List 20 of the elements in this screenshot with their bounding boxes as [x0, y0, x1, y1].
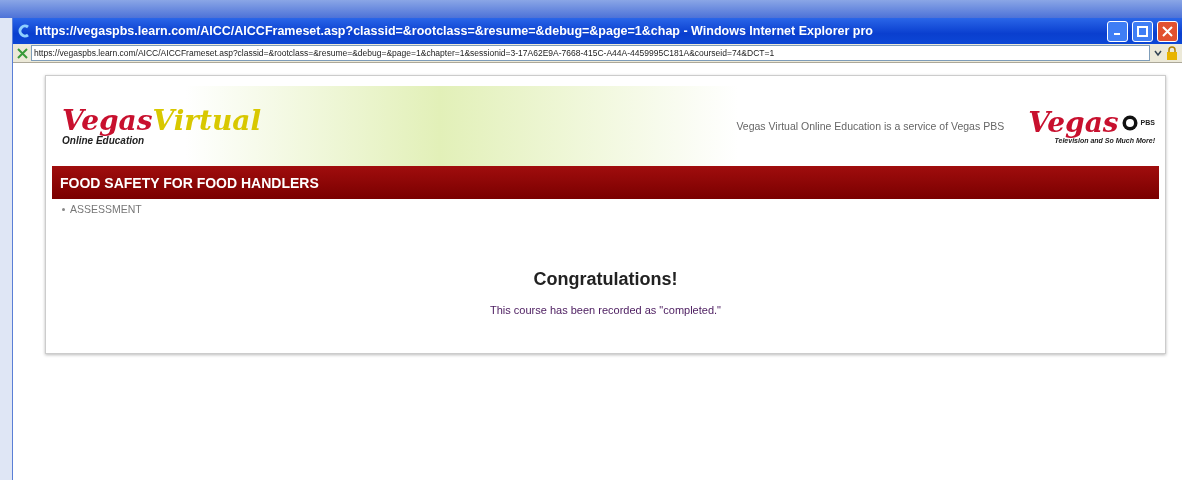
maximize-button[interactable]: [1132, 20, 1153, 42]
address-field[interactable]: https://vegaspbs.learn.com/AICC/AICCFrameset.asp?classid=&rootclass=&resume=&debug=&page=1&chapter=1&sessionid=3-17A62E9A-7668-415C-A44A-4459995C181A&courseid=74&DCT=1: [31, 45, 1150, 61]
service-text: Vegas Virtual Online Education is a service of Vegas PBS: [736, 120, 1005, 132]
close-icon: [1162, 25, 1173, 37]
completion-message: This course has been recorded as "completed.": [490, 304, 721, 316]
dropdown-icon[interactable]: [1153, 48, 1163, 58]
lock-icon: [1166, 46, 1178, 60]
close-button[interactable]: [1157, 20, 1178, 42]
logo-text: Virtual: [152, 106, 262, 135]
window-title: https://vegaspbs.learn.com/AICC/AICCFrameset.asp?classid=&rootclass=&resume=&debug=&page=1&chap - Windows Internet Explorer pro: [35, 24, 874, 38]
error-icon: [17, 47, 28, 59]
course-title: FOOD SAFETY FOR FOOD HANDLERS: [60, 174, 319, 191]
maximize-icon: [1137, 25, 1148, 37]
browser-icon: [17, 24, 31, 38]
logo-text: Vegas: [1028, 108, 1119, 137]
minimize-button[interactable]: [1107, 20, 1128, 42]
bullet-icon: [62, 207, 65, 211]
breadcrumb[interactable]: ASSESSMENT: [70, 203, 142, 215]
congratulations-heading: Congratulations!: [533, 269, 678, 290]
logo-text: Vegas: [62, 106, 153, 135]
